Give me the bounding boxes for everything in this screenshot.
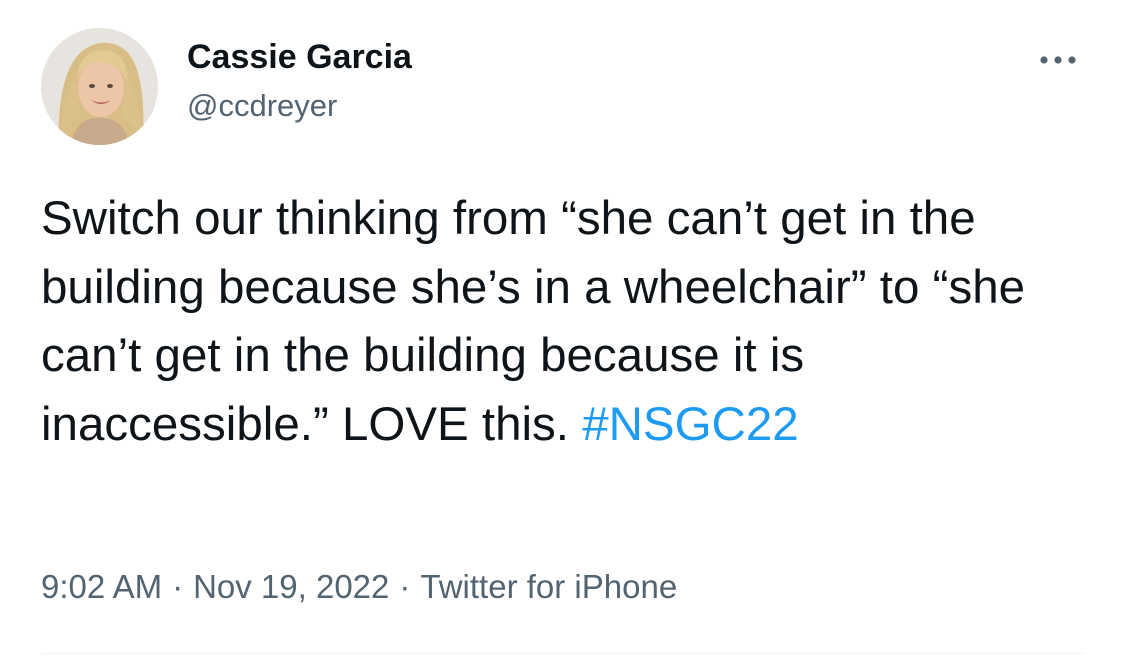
tweet-metadata: 9:02 AM · Nov 19, 2022 · Twitter for iPhone (41, 568, 677, 606)
divider (41, 653, 1084, 654)
author-display-name[interactable]: Cassie Garcia (187, 38, 412, 77)
author-handle[interactable]: @ccdreyer (187, 88, 337, 124)
tweet-card: Cassie Garcia @ccdreyer Switch our think… (0, 0, 1125, 672)
tweet-text: Switch our thinking from “she can’t get … (41, 185, 1091, 459)
meta-separator: · (399, 568, 411, 605)
tweet-date[interactable]: Nov 19, 2022 (193, 568, 389, 605)
more-options-button[interactable] (1030, 40, 1086, 80)
tweet-body-text: Switch our thinking from “she can’t get … (41, 192, 1026, 451)
avatar-photo (41, 28, 158, 145)
meta-separator: · (172, 568, 184, 605)
hashtag-link[interactable]: #NSGC22 (582, 398, 799, 451)
tweet-time[interactable]: 9:02 AM (41, 568, 162, 605)
avatar[interactable] (41, 28, 158, 145)
tweet-source[interactable]: Twitter for iPhone (420, 568, 677, 605)
more-options-icon (1040, 56, 1076, 64)
